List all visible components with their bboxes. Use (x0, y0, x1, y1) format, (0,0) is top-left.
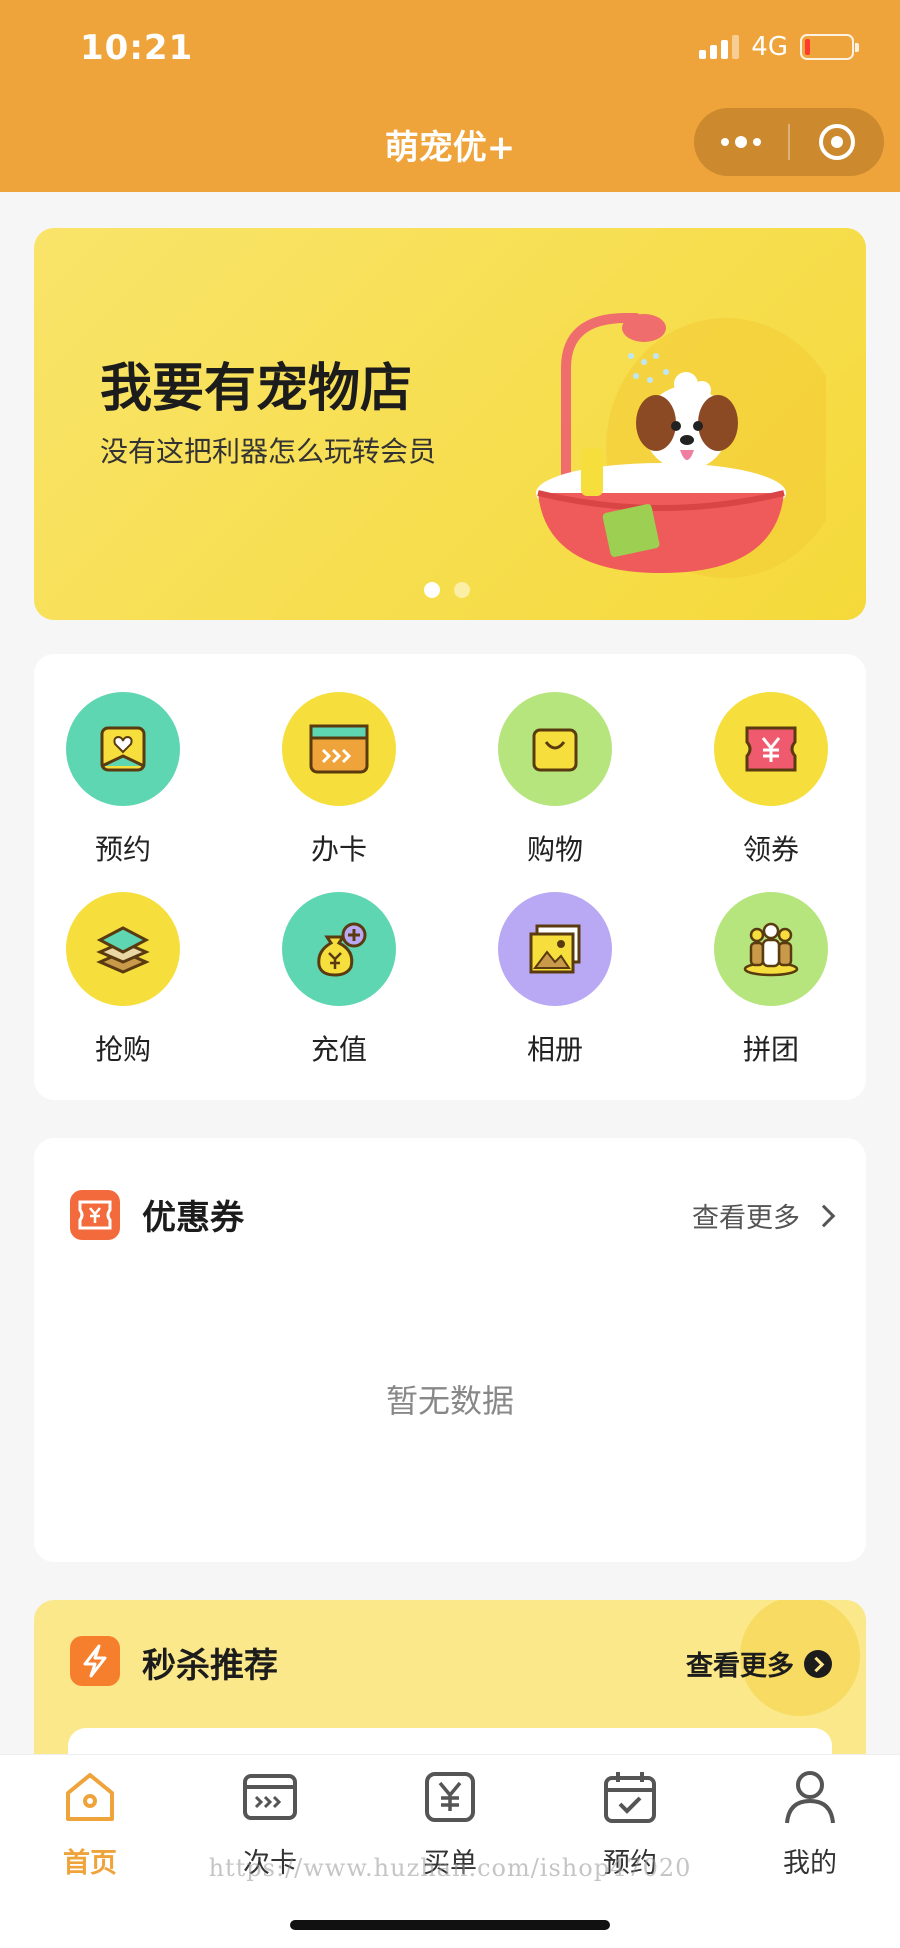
card-icon (282, 692, 396, 806)
grid-item-shopping[interactable]: 购物 (475, 692, 635, 868)
grid-item-label: 预约 (94, 833, 151, 866)
status-time: 10:21 (80, 28, 194, 68)
pagination-dot-active[interactable] (424, 582, 440, 598)
watermark-text: https://www.huzhan.com/ishop47020 (208, 1854, 692, 1882)
banner-pagination (424, 582, 470, 598)
flash-sale-more-link[interactable]: 查看更多 (686, 1644, 832, 1683)
target-icon (819, 124, 855, 160)
grid-item-recharge[interactable]: 充值 (259, 892, 419, 1068)
bottom-tab-bar: 首页 次卡 买单 预约 我的 (0, 1754, 900, 1948)
coupon-more-link[interactable]: 查看更多 (692, 1196, 836, 1235)
calendar-heart-icon (66, 692, 180, 806)
promo-banner[interactable]: 我要有宠物店 没有这把利器怎么玩转会员 (34, 228, 866, 620)
empty-state-text: 暂无数据 (385, 1382, 514, 1420)
pagination-dot[interactable] (454, 582, 470, 598)
battery-icon (800, 34, 859, 60)
coupon-section-icon (70, 1190, 120, 1240)
feature-grid: 预约 办卡 购物 领券 抢购 充值 相册 拼团 (34, 654, 866, 1100)
more-menu-button[interactable] (694, 108, 788, 176)
card-icon (240, 1767, 300, 1827)
grid-item-label: 抢购 (94, 1033, 151, 1066)
yen-bill-icon (420, 1767, 480, 1827)
chevron-right-icon (812, 1204, 836, 1227)
coupon-section-title: 优惠券 (142, 1198, 244, 1238)
dog-bath-illustration (536, 313, 826, 578)
banner-title: 我要有宠物店 (100, 359, 413, 419)
group-icon (714, 892, 828, 1006)
layers-icon (66, 892, 180, 1006)
grid-item-label: 购物 (526, 833, 583, 866)
grid-item-group-buy[interactable]: 拼团 (691, 892, 851, 1068)
arrow-circle-right-icon (804, 1649, 832, 1678)
grid-item-label: 拼团 (742, 1033, 799, 1066)
user-icon (780, 1767, 840, 1827)
coupon-section: 优惠券 查看更多 暂无数据 (34, 1138, 866, 1562)
lightning-icon (70, 1636, 120, 1686)
flash-sale-title: 秒杀推荐 (142, 1646, 278, 1686)
close-miniprogram-button[interactable] (790, 108, 884, 176)
status-indicators: 4G (699, 32, 859, 62)
miniprogram-capsule (694, 108, 884, 176)
grid-item-label: 相册 (526, 1033, 583, 1066)
money-bag-icon (282, 892, 396, 1006)
home-indicator (290, 1920, 610, 1930)
grid-item-label: 充值 (310, 1033, 367, 1066)
grid-item-card[interactable]: 办卡 (259, 692, 419, 868)
more-link-label: 查看更多 (686, 1651, 794, 1682)
grid-item-label: 办卡 (310, 833, 367, 866)
grid-item-appointment[interactable]: 预约 (43, 692, 203, 868)
coupon-yen-icon (714, 692, 828, 806)
grid-item-label: 领券 (742, 833, 799, 866)
banner-subtitle: 没有这把利器怎么玩转会员 (100, 435, 437, 468)
grid-item-coupon[interactable]: 领券 (691, 692, 851, 868)
calendar-check-icon (600, 1767, 660, 1827)
more-link-label: 查看更多 (692, 1203, 800, 1234)
shopping-bag-icon (498, 692, 612, 806)
signal-icon (699, 35, 740, 59)
home-icon (60, 1767, 120, 1827)
grid-item-flash-buy[interactable]: 抢购 (43, 892, 203, 1068)
grid-item-album[interactable]: 相册 (475, 892, 635, 1068)
header: 10:21 4G 萌宠优+ (0, 0, 900, 192)
photo-album-icon (498, 892, 612, 1006)
network-type: 4G (751, 32, 788, 62)
